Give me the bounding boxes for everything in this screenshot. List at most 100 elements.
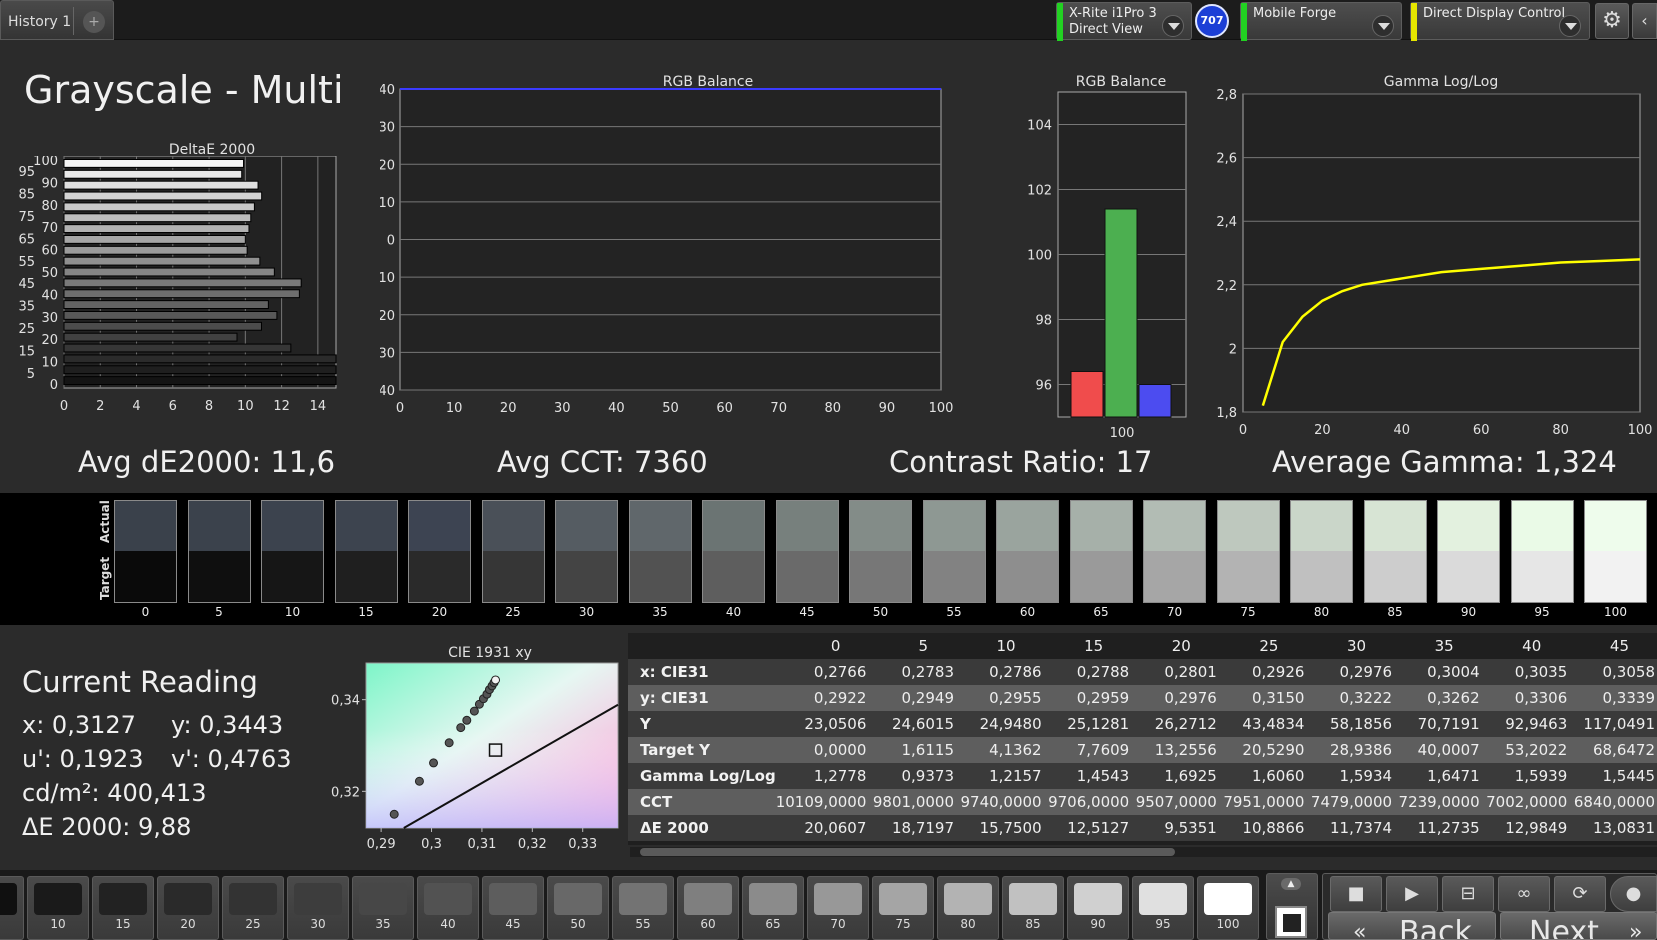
deltae-bar [63,278,302,288]
patch-button[interactable]: 95 [1132,876,1194,940]
patch-button[interactable]: 50 [547,876,609,940]
patch-swatch [294,883,342,915]
x-tick-label: 100 [1628,423,1653,438]
swatch-actual [1364,501,1426,551]
y-tick-label: -30 [380,346,395,361]
add-tab-button[interactable]: + [83,11,105,33]
swatch-actual [1217,501,1279,551]
swatch [1510,500,1574,603]
loop-icon[interactable]: ∞ [1498,876,1550,912]
gear-icon[interactable]: ⚙ [1595,3,1629,39]
y-tick-label: -40 [380,384,395,399]
table-cell: 43,4834 [1242,715,1305,733]
patch-button[interactable]: 35 [352,876,414,940]
patch-button[interactable]: 55 [612,876,674,940]
next-button[interactable]: Next » [1500,912,1657,940]
table-cell: 1,5934 [1339,767,1393,785]
patch-button[interactable]: 90 [1067,876,1129,940]
patch-label: 45 [505,917,521,931]
y-tick-label: 2,2 [1216,279,1237,294]
patch-mode-control: ▲ [1266,873,1318,940]
current-patch-preview[interactable] [1275,906,1307,938]
chevron-down-icon[interactable] [1162,15,1184,37]
table-cell: 53,2022 [1505,741,1568,759]
y-tick-label: 104 [1027,119,1052,134]
back-label: Back [1399,915,1472,940]
target-axis-label: Target [98,556,112,600]
patch-button[interactable]: 20 [157,876,219,940]
x-tick-label: 14 [310,399,327,414]
swatch [334,500,398,603]
swatch-band-left [0,493,100,625]
y-tick-label: 5 [27,367,35,382]
patch-swatch [99,883,147,915]
patch-swatch [554,883,602,915]
back-button[interactable]: « Back [1328,912,1496,940]
patch-button[interactable]: 25 [222,876,284,940]
chevron-left-icon[interactable]: ‹ [1632,3,1657,39]
play-icon[interactable]: ▶ [1386,876,1438,912]
deltae-bar [63,159,245,168]
table-cell: 68,6472 [1592,741,1655,759]
swatch-actual [1144,501,1205,551]
patch-button[interactable]: 70 [807,876,869,940]
swatch [1363,500,1427,603]
swatch [114,500,177,603]
patch-button[interactable]: 100 [1197,876,1259,940]
display-selector[interactable]: Direct Display Control [1410,2,1590,41]
patch-swatch [1009,883,1057,915]
record-icon[interactable]: ● [1610,876,1657,912]
chevron-down-icon[interactable] [1559,15,1581,37]
table-cell: 0,2922 [813,689,867,707]
patch-swatch [424,883,472,915]
y-tick-label: 90 [41,176,58,191]
fit-icon[interactable]: ⊟ [1442,876,1494,912]
patch-button[interactable] [0,876,24,940]
meter-selector[interactable]: X-Rite i1Pro 3 Direct View [1056,2,1192,41]
patch-label: 95 [1155,917,1171,931]
refresh-icon[interactable]: ⟳ [1554,876,1606,912]
patch-button[interactable]: 40 [417,876,479,940]
patch-button[interactable]: 45 [482,876,544,940]
cie-point [462,715,472,725]
meter-badge[interactable]: 707 [1195,4,1229,38]
table-cell: 7,7609 [1076,741,1130,759]
table-cell: 10109,0000 [775,793,867,811]
swatch-target [1585,551,1646,602]
source-selector[interactable]: Mobile Forge [1240,2,1402,41]
patch-button[interactable]: 75 [872,876,934,940]
table-cell: 4,1362 [989,741,1042,759]
swatch-label: 0 [141,605,150,619]
table-scroll-thumb[interactable] [640,848,1175,856]
meter-mode: Direct View [1069,22,1143,37]
chevron-down-icon[interactable] [1372,15,1394,37]
patch-button[interactable]: 15 [92,876,154,940]
patch-button[interactable]: 10 [27,876,89,940]
table-cell: 0,9373 [901,767,955,785]
swatch-label: 75 [1240,605,1256,619]
swatch-actual [482,501,544,551]
stop-icon [1283,914,1301,932]
patch-label: 85 [1025,917,1041,931]
next-label: Next [1529,915,1599,940]
patch-button[interactable]: 85 [1002,876,1064,940]
y-tick-label: 30 [380,121,395,136]
row-label: Gamma Log/Log [640,767,776,785]
patch-swatch [1139,883,1187,915]
cie-chart: 0,29 0,3 0,31 0,32 0,33 0,34 0,32 [331,662,619,852]
patch-button[interactable]: 30 [287,876,349,940]
table-row: Target Y 0,0000 1,6115 4,1362 7,7609 13,2556 2… [628,737,1657,763]
patch-button[interactable]: 80 [937,876,999,940]
table-cell: 1,6471 [1427,767,1480,785]
patch-button[interactable]: 65 [742,876,804,940]
patch-label: 100 [1216,917,1240,931]
chevron-up-icon[interactable]: ▲ [1281,878,1301,890]
patch-button[interactable]: 60 [677,876,739,940]
tab-history-1[interactable]: History 1 + [0,0,114,40]
stop-icon[interactable]: ■ [1330,876,1382,912]
x-tick-label: 4 [132,399,140,414]
source-label: Mobile Forge [1253,6,1337,21]
x-tick-label: 0,3 [421,837,442,852]
y-tick-label: 50 [41,266,58,281]
table-cell: 11,2735 [1417,819,1480,837]
